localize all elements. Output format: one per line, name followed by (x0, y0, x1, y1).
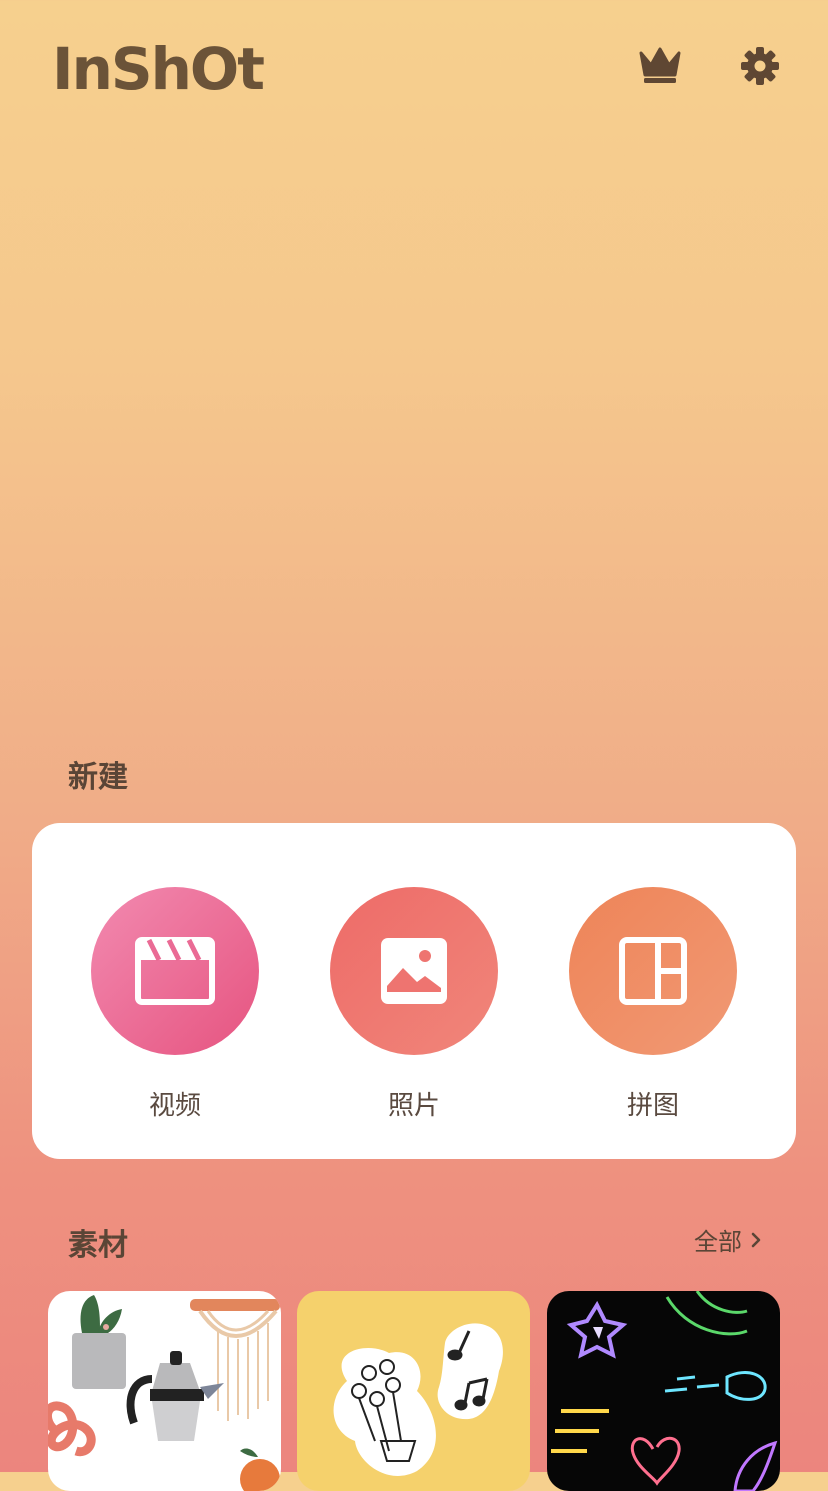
premium-button[interactable] (636, 44, 684, 88)
new-video-button[interactable]: 视频 (91, 887, 259, 1122)
sticker-pack-doodles[interactable] (297, 1291, 530, 1491)
new-photo-button[interactable]: 照片 (330, 887, 498, 1122)
collage-icon (619, 937, 687, 1005)
new-collage-circle[interactable] (569, 887, 737, 1055)
new-section-title: 新建 (68, 760, 128, 795)
view-all-label: 全部 (694, 1228, 742, 1256)
clapperboard-icon (135, 937, 215, 1005)
doodle-stickers-image (333, 1323, 503, 1476)
sticker-pack-illustrations[interactable] (48, 1291, 281, 1491)
new-collage-button[interactable]: 拼图 (569, 887, 737, 1122)
app-logo: InShOt (52, 35, 265, 103)
view-all-link[interactable]: 全部 (694, 1222, 762, 1257)
new-photo-label: 照片 (387, 1091, 440, 1121)
new-collage-label: 拼图 (626, 1091, 679, 1121)
settings-button[interactable] (736, 44, 784, 88)
assets-section-title: 素材 (68, 1228, 128, 1263)
chevron-right-icon (751, 1232, 761, 1247)
new-video-label: 视频 (148, 1091, 201, 1121)
neon-stickers-image (551, 1291, 778, 1491)
gear-icon (741, 47, 779, 85)
image-icon (381, 938, 447, 1004)
illustration-stickers-image (48, 1295, 280, 1491)
create-new-card: 视频 照片 拼图 (32, 823, 796, 1159)
new-photo-circle[interactable] (330, 887, 498, 1055)
sticker-pack-neon[interactable] (547, 1291, 780, 1491)
crown-icon (639, 47, 681, 83)
new-video-circle[interactable] (91, 887, 259, 1055)
